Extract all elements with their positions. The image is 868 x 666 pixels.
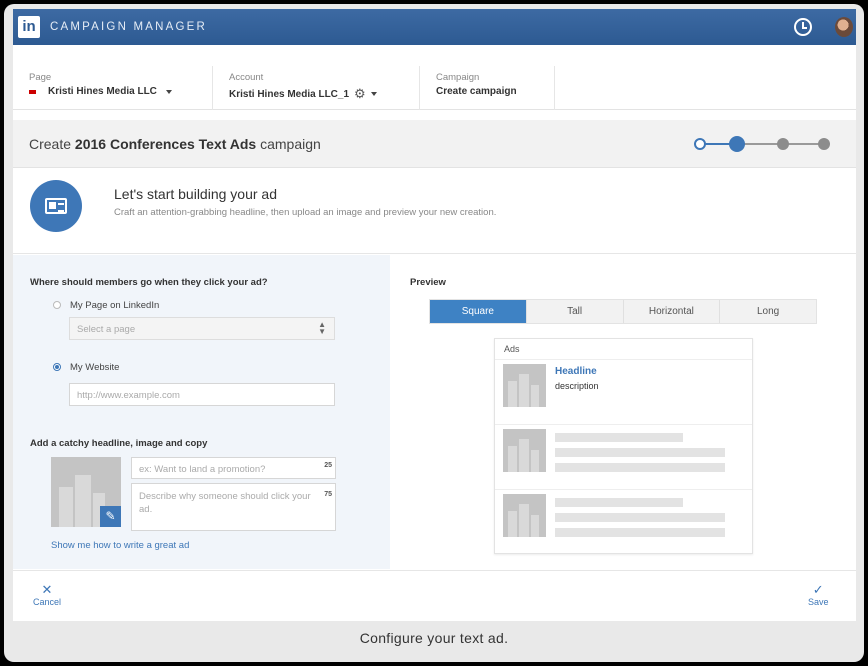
ad-card-icon bbox=[30, 180, 82, 232]
chevron-down-icon[interactable] bbox=[370, 92, 377, 96]
radio-my-page[interactable] bbox=[53, 301, 61, 309]
screenshot-frame: in CAMPAIGN MANAGER Page Kristi Hines Me… bbox=[4, 4, 864, 662]
campaign-manager-app: in CAMPAIGN MANAGER Page Kristi Hines Me… bbox=[13, 9, 856, 621]
tab-long[interactable]: Long bbox=[720, 300, 816, 323]
account-value: Kristi Hines Media LLC_1 bbox=[229, 88, 350, 100]
account-label: Account bbox=[229, 72, 264, 83]
account-selector[interactable]: Account Kristi Hines Media LLC_1 ⚙ bbox=[213, 66, 420, 110]
destination-question: Where should members go when they click … bbox=[30, 277, 268, 288]
ad-thumbnail bbox=[503, 494, 546, 537]
intro-heading: Let's start building your ad bbox=[114, 186, 277, 202]
footer-bar: ✕ Cancel ✓ Save bbox=[13, 570, 856, 621]
list-item: Headline description bbox=[495, 360, 752, 425]
preview-label: Preview bbox=[410, 277, 446, 288]
linkedin-logo[interactable]: in bbox=[18, 16, 40, 38]
placeholder-line bbox=[555, 433, 683, 442]
step-3 bbox=[777, 138, 789, 150]
campaign-name: 2016 Conferences Text Ads bbox=[74, 136, 257, 152]
ad-thumbnail bbox=[503, 429, 546, 472]
step-2-current bbox=[729, 136, 745, 152]
edit-image-button[interactable]: ✎ bbox=[100, 506, 121, 527]
campaign-title-bar: Create 2016 Conferences Text Ads campaig… bbox=[13, 120, 856, 168]
page-label: Page bbox=[29, 72, 52, 83]
ad-form-panel: Where should members go when they click … bbox=[13, 255, 390, 569]
intro-section: Let's start building your ad Craft an at… bbox=[13, 169, 856, 254]
select-arrows-icon: ▲ ▼ bbox=[318, 320, 326, 336]
preview-format-tabs: Square Tall Horizontal Long bbox=[429, 299, 817, 324]
description-placeholder: Describe why someone should click your a… bbox=[139, 491, 311, 515]
progress-stepper bbox=[693, 136, 833, 152]
chevron-down-icon[interactable] bbox=[165, 89, 172, 94]
page-select[interactable]: Select a page ▲ ▼ bbox=[69, 317, 335, 340]
ad-description: description bbox=[555, 381, 599, 391]
description-char-counter: 75 bbox=[324, 491, 332, 498]
tab-horizontal[interactable]: Horizontal bbox=[624, 300, 721, 323]
list-item bbox=[495, 490, 752, 555]
title-suffix: campaign bbox=[260, 136, 321, 152]
description-textarea[interactable]: Describe why someone should click your a… bbox=[131, 483, 336, 531]
campaign-breadcrumb: Campaign Create campaign bbox=[420, 66, 555, 110]
page-value: Kristi Hines Media LLC bbox=[48, 86, 157, 97]
cancel-label: Cancel bbox=[33, 597, 62, 607]
campaign-label: Campaign bbox=[436, 72, 480, 83]
save-label: Save bbox=[808, 597, 829, 607]
website-url-placeholder: http://www.example.com bbox=[77, 390, 180, 401]
placeholder-line bbox=[555, 498, 683, 507]
page-selector[interactable]: Page Kristi Hines Media LLC bbox=[13, 66, 213, 110]
headline-input[interactable]: ex: Want to land a promotion? 25 bbox=[131, 457, 336, 479]
placeholder-line bbox=[555, 448, 725, 457]
tab-tall[interactable]: Tall bbox=[527, 300, 624, 323]
placeholder-line bbox=[555, 513, 725, 522]
page-select-placeholder: Select a page bbox=[77, 324, 136, 335]
headline-char-counter: 25 bbox=[324, 462, 332, 469]
title-prefix: Create bbox=[29, 136, 72, 152]
page-title: Create 2016 Conferences Text Ads campaig… bbox=[29, 136, 321, 152]
gear-icon[interactable]: ⚙ bbox=[354, 86, 366, 102]
screenshot-caption: Configure your text ad. bbox=[359, 630, 509, 646]
ad-preview-card: Ads Headline description bbox=[494, 338, 753, 554]
preview-panel: Preview Square Tall Horizontal Long Ads … bbox=[390, 255, 856, 569]
list-item bbox=[495, 425, 752, 490]
app-title: CAMPAIGN MANAGER bbox=[50, 21, 208, 33]
intro-subtext: Craft an attention-grabbing headline, th… bbox=[114, 207, 497, 218]
radio-my-website[interactable] bbox=[53, 363, 61, 371]
context-breadcrumb: Page Kristi Hines Media LLC Account Kris… bbox=[13, 66, 856, 110]
close-icon: ✕ bbox=[41, 582, 53, 597]
creative-heading: Add a catchy headline, image and copy bbox=[30, 438, 208, 449]
save-button[interactable]: ✓ Save bbox=[808, 582, 829, 608]
cancel-button[interactable]: ✕ Cancel bbox=[33, 582, 62, 608]
ad-headline: Headline bbox=[555, 366, 597, 377]
top-navigation-bar: in CAMPAIGN MANAGER bbox=[13, 9, 856, 45]
help-link[interactable]: Show me how to write a great ad bbox=[51, 540, 189, 551]
step-4 bbox=[818, 138, 830, 150]
website-url-input[interactable]: http://www.example.com bbox=[69, 383, 335, 406]
pencil-icon: ✎ bbox=[105, 509, 116, 523]
placeholder-line bbox=[555, 463, 725, 472]
page-flag-icon bbox=[29, 89, 43, 94]
placeholder-line bbox=[555, 528, 725, 537]
radio-my-website-label[interactable]: My Website bbox=[70, 362, 119, 373]
checkmark-icon: ✓ bbox=[812, 582, 824, 597]
avatar[interactable] bbox=[835, 17, 853, 37]
campaign-value: Create campaign bbox=[436, 86, 517, 97]
ad-thumbnail bbox=[503, 364, 546, 407]
radio-my-page-label[interactable]: My Page on LinkedIn bbox=[70, 300, 159, 311]
step-1-complete bbox=[694, 138, 706, 150]
headline-placeholder: ex: Want to land a promotion? bbox=[139, 464, 266, 475]
clock-icon[interactable] bbox=[794, 18, 812, 36]
tab-square[interactable]: Square bbox=[430, 300, 527, 323]
ads-header: Ads bbox=[495, 339, 752, 360]
